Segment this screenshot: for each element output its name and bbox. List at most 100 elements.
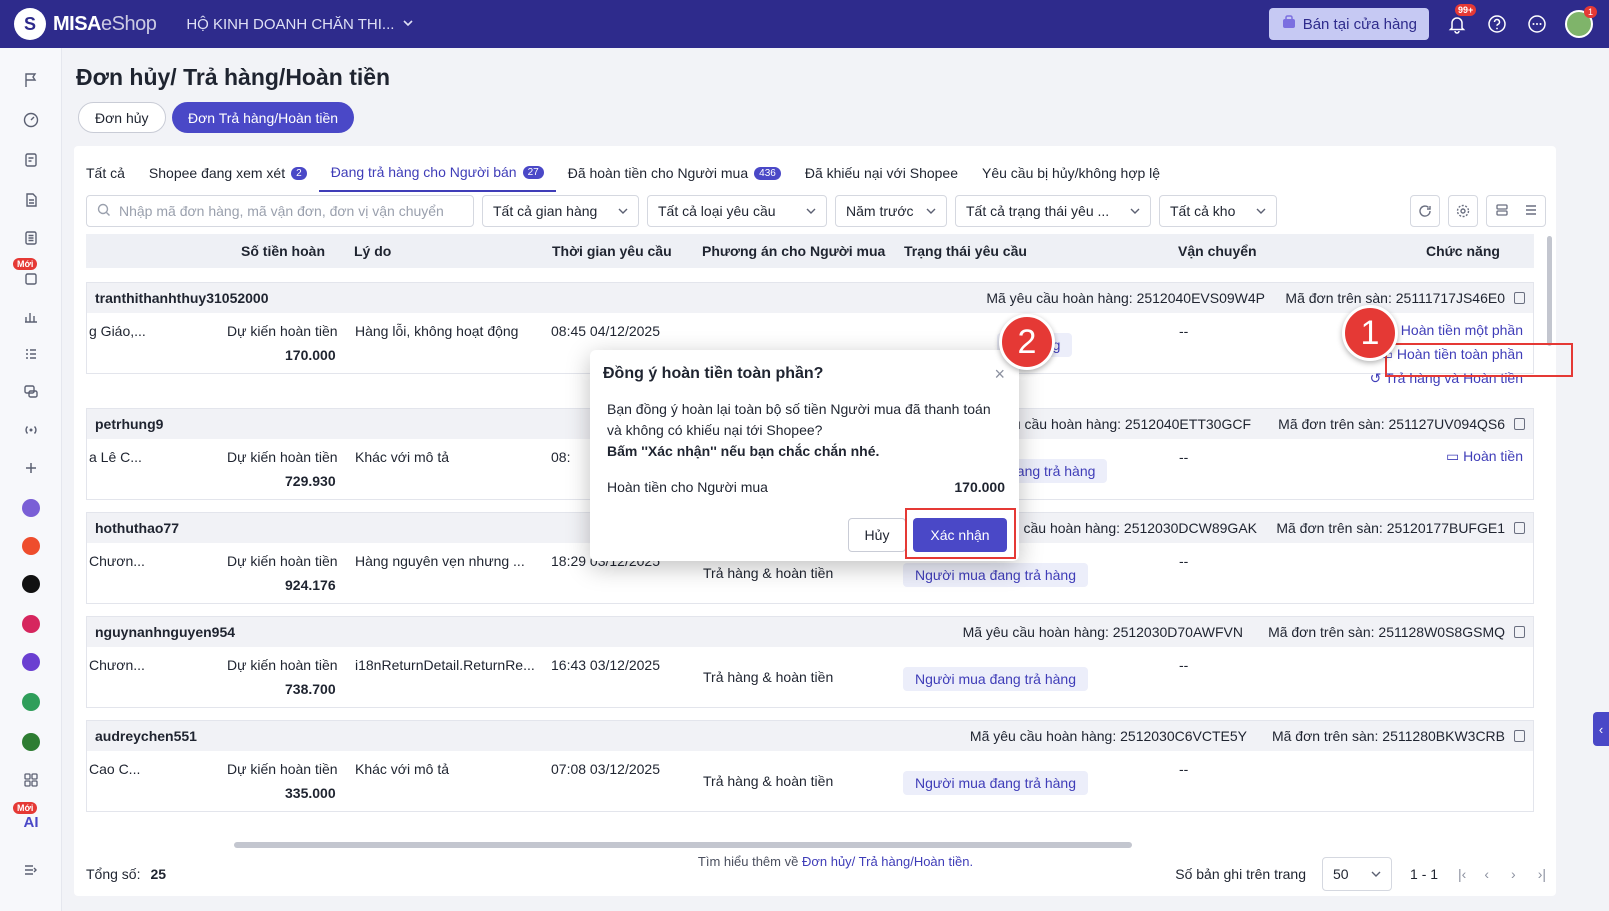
ai-assistant[interactable]: AI xyxy=(0,810,62,834)
expected-refund-label: Dự kiến hoàn tiền xyxy=(227,449,338,465)
cancelled-orders-tab[interactable]: Đơn hủy xyxy=(78,102,166,133)
view-toggle[interactable] xyxy=(1486,195,1546,227)
learn-more-link[interactable]: Đơn hủy/ Trả hàng/Hoàn tiền. xyxy=(802,854,973,869)
refund-link[interactable]: ▭ Hoàn tiền xyxy=(1446,448,1523,465)
tab-cancelled-invalid[interactable]: Yêu cầu bị hủy/không hợp lệ xyxy=(970,154,1172,192)
shop-selector[interactable]: HỘ KINH DOANH CHĂN THI... xyxy=(186,16,414,33)
table-header: Số tiền hoàn Lý do Thời gian yêu cầu Phư… xyxy=(86,234,1534,268)
product-name: Cao C... xyxy=(89,761,141,777)
return-refund-tab[interactable]: Đơn Trả hàng/Hoàn tiền xyxy=(172,102,355,133)
logo-text: MISAeShop xyxy=(53,12,157,36)
more-icon[interactable] xyxy=(1525,12,1549,36)
top-bar: S MISAeShop HỘ KINH DOANH CHĂN THI... Bá… xyxy=(0,0,1609,48)
cart-channel-icon[interactable] xyxy=(0,690,62,714)
tab-shopee-reviewing[interactable]: Shopee đang xem xét 2 xyxy=(137,154,319,192)
notes-icon[interactable] xyxy=(0,226,62,250)
shipping-value: -- xyxy=(1179,553,1189,569)
copy-icon[interactable] xyxy=(1514,418,1525,430)
avatar-badge: 1 xyxy=(1583,6,1597,18)
flag-icon[interactable] xyxy=(0,68,62,92)
refresh-icon[interactable] xyxy=(1410,195,1440,227)
table-row[interactable]: nguynanhnguyen954 Mã yêu cầu hoàn hàng: … xyxy=(86,616,1534,708)
tab-refunded-to-buyer[interactable]: Đã hoàn tiền cho Người mua 436 xyxy=(556,154,793,192)
copy-icon[interactable] xyxy=(1514,292,1525,304)
apps-grid-icon[interactable] xyxy=(0,768,62,792)
chevron-down-icon xyxy=(1130,203,1140,219)
warehouse-filter[interactable]: Tất cả kho xyxy=(1159,195,1277,227)
lazada-icon[interactable] xyxy=(0,612,62,636)
broadcast-icon[interactable] xyxy=(0,418,62,442)
stall-filter[interactable]: Tất cả gian hàng xyxy=(482,195,639,227)
logo-light: eShop xyxy=(101,12,157,35)
return-request-code: Mã yêu cầu hoàn hàng: 2512030C6VCTE5Y xyxy=(969,728,1247,744)
return-request-code: Mã yêu cầu hoàn hàng: 2512030D70AWFVN xyxy=(962,624,1243,640)
shipping-value: -- xyxy=(1179,449,1189,465)
confirm-highlight xyxy=(905,508,1016,559)
inventory-icon[interactable] xyxy=(0,266,62,290)
shopee-icon[interactable] xyxy=(0,534,62,558)
learn-more-prefix: Tìm hiểu thêm về xyxy=(697,854,802,869)
tab-count: 27 xyxy=(522,165,544,179)
request-type-filter[interactable]: Tất cả loại yêu cầu xyxy=(647,195,827,227)
copy-icon[interactable] xyxy=(1514,730,1525,742)
partial-refund-link[interactable]: ▭ Hoàn tiền một phần xyxy=(1384,322,1523,339)
search-input[interactable]: Nhập mã đơn hàng, mã vận đơn, đơn vị vận… xyxy=(86,195,474,227)
shipping-value: -- xyxy=(1179,761,1189,777)
tiktok-icon[interactable] xyxy=(0,572,62,596)
product-name: Chươn... xyxy=(89,657,145,673)
status-tabs: Tất cả Shopee đang xem xét 2 Đang trả hàn… xyxy=(74,154,1172,194)
chevron-down-icon xyxy=(402,16,414,33)
copy-icon[interactable] xyxy=(1514,626,1525,638)
return-request-code: yêu cầu hoàn hàng: 2512030DCW89GAK xyxy=(997,520,1257,536)
settings-icon[interactable] xyxy=(1448,195,1478,227)
tab-label: Đã hoàn tiền cho Người mua xyxy=(567,165,749,181)
side-panel-toggle[interactable]: ‹ xyxy=(1593,712,1609,746)
collapse-sidebar-icon[interactable] xyxy=(0,858,62,882)
page-title: Đơn hủy/ Trả hàng/Hoàn tiền xyxy=(76,64,391,90)
dashboard-icon[interactable] xyxy=(0,108,62,132)
shop-channel-icon[interactable] xyxy=(0,496,62,520)
sell-in-store-button[interactable]: Bán tại cửa hàng xyxy=(1268,8,1429,40)
col-request-time: Thời gian yêu cầu xyxy=(552,243,672,259)
avatar[interactable]: 1 xyxy=(1565,6,1597,38)
status-filter[interactable]: Tất cả trạng thái yêu ... xyxy=(955,195,1151,227)
close-icon[interactable]: × xyxy=(994,364,1005,385)
platform-order-code: Mã đơn trên sàn: 2511280BKW3CRB xyxy=(1271,728,1505,744)
channel-green-icon[interactable] xyxy=(0,730,62,754)
orders-icon[interactable] xyxy=(0,148,62,172)
table-row[interactable]: audreychen551 Mã yêu cầu hoàn hàng: 2512… xyxy=(86,720,1534,812)
bell-icon[interactable]: 99+ xyxy=(1445,4,1477,36)
list-view-icon[interactable] xyxy=(1524,203,1538,220)
channel-purple-icon[interactable] xyxy=(0,650,62,674)
app-logo[interactable]: S MISAeShop xyxy=(14,8,157,40)
row-header: tranthithanhthuy31052000 Mã yêu cầu hoàn… xyxy=(87,283,1533,313)
row-header: nguynanhnguyen954 Mã yêu cầu hoàn hàng: … xyxy=(87,617,1533,647)
add-icon[interactable] xyxy=(0,456,62,480)
tab-label: Shopee đang xem xét xyxy=(148,165,286,181)
store-button-label: Bán tại cửa hàng xyxy=(1302,15,1417,33)
tab-returning-to-seller[interactable]: Đang trả hàng cho Người bán 27 xyxy=(318,154,556,192)
tab-disputed[interactable]: Đã khiếu nại với Shopee xyxy=(793,154,970,192)
col-request-status: Trạng thái yêu cầu xyxy=(904,243,1027,259)
period-filter[interactable]: Năm trước xyxy=(835,195,947,227)
grouped-view-icon[interactable] xyxy=(1495,203,1509,220)
tab-count: 2 xyxy=(291,166,307,180)
dialog-title: Đồng ý hoàn tiền toàn phần? xyxy=(603,365,824,382)
document-icon[interactable] xyxy=(0,188,62,212)
chat-icon[interactable] xyxy=(0,380,62,404)
expected-refund-label: Dự kiến hoàn tiền xyxy=(227,657,338,673)
list-icon[interactable] xyxy=(0,342,62,366)
vertical-scrollbar[interactable] xyxy=(1547,236,1552,346)
period-value: Năm trước xyxy=(846,203,914,219)
return-request-code: Mã yêu cầu hoàn hàng: 2512040EVS09W4P xyxy=(986,290,1265,306)
tab-all[interactable]: Tất cả xyxy=(74,154,137,192)
reason: Hàng nguyên vẹn nhưng ... xyxy=(355,553,525,569)
copy-icon[interactable] xyxy=(1514,522,1525,534)
platform-order-code: Mã đơn trên sàn: 251128W0S8GSMQ xyxy=(1268,624,1505,640)
full-refund-highlight xyxy=(1385,343,1573,377)
horizontal-scrollbar[interactable] xyxy=(234,842,1132,848)
help-icon[interactable] xyxy=(1485,12,1509,36)
logo-mark: S xyxy=(14,8,46,40)
cancel-button[interactable]: Hủy xyxy=(848,518,906,552)
report-chart-icon[interactable] xyxy=(0,304,62,328)
